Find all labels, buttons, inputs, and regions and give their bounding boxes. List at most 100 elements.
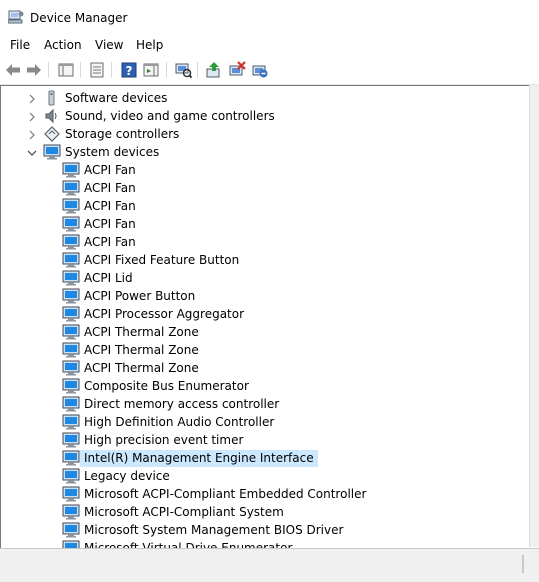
disable-device-icon[interactable] bbox=[228, 61, 246, 79]
monitor-icon bbox=[62, 324, 80, 340]
monitor-icon bbox=[62, 486, 80, 502]
window-title: Device Manager bbox=[30, 11, 128, 25]
forward-arrow-icon[interactable] bbox=[25, 61, 43, 79]
device-label: Direct memory access controller bbox=[84, 397, 280, 411]
device-row[interactable]: ACPI Fan bbox=[1, 179, 530, 197]
menu-action[interactable]: Action bbox=[44, 38, 82, 52]
device-row[interactable]: Microsoft Virtual Drive Enumerator bbox=[1, 539, 530, 548]
device-label: Microsoft System Management BIOS Driver bbox=[84, 523, 344, 537]
monitor-icon bbox=[62, 342, 80, 358]
device-row[interactable]: Intel(R) Management Engine Interface bbox=[1, 449, 530, 467]
device-label: ACPI Fan bbox=[84, 163, 136, 177]
back-arrow-icon[interactable] bbox=[4, 61, 22, 79]
monitor-icon bbox=[62, 414, 80, 430]
monitor-icon bbox=[62, 522, 80, 538]
toolbar-separator bbox=[197, 62, 198, 78]
device-row[interactable]: Direct memory access controller bbox=[1, 395, 530, 413]
device-label: Microsoft ACPI-Compliant System bbox=[84, 505, 284, 519]
show-hide-console-tree-icon[interactable] bbox=[57, 61, 75, 79]
device-row[interactable]: Microsoft ACPI-Compliant System bbox=[1, 503, 530, 521]
menu-view[interactable]: View bbox=[95, 38, 123, 52]
device-row[interactable]: ACPI Thermal Zone bbox=[1, 359, 530, 377]
scan-hardware-changes-icon[interactable] bbox=[174, 61, 192, 79]
show-action-pane-icon[interactable] bbox=[142, 61, 160, 79]
title-bar: Device Manager bbox=[0, 0, 539, 34]
device-label: ACPI Power Button bbox=[84, 289, 196, 303]
monitor-icon bbox=[62, 216, 80, 232]
device-row[interactable]: ACPI Thermal Zone bbox=[1, 341, 530, 359]
category-label: Software devices bbox=[65, 91, 168, 105]
device-row[interactable]: ACPI Fan bbox=[1, 233, 530, 251]
chevron-right-icon[interactable] bbox=[27, 111, 37, 122]
chevron-down-icon[interactable] bbox=[27, 147, 37, 157]
device-label: High Definition Audio Controller bbox=[84, 415, 275, 429]
menu-bar: File Action View Help bbox=[0, 35, 539, 55]
monitor-icon bbox=[62, 198, 80, 214]
device-row[interactable]: ACPI Power Button bbox=[1, 287, 530, 305]
monitor-icon bbox=[62, 504, 80, 520]
monitor-icon bbox=[62, 360, 80, 376]
device-label: Legacy device bbox=[84, 469, 170, 483]
device-label: ACPI Thermal Zone bbox=[84, 343, 199, 357]
device-row[interactable]: Composite Bus Enumerator bbox=[1, 377, 530, 395]
monitor-icon bbox=[62, 540, 80, 548]
device-row[interactable]: High precision event timer bbox=[1, 431, 530, 449]
device-manager-icon bbox=[7, 10, 24, 24]
device-row[interactable]: High Definition Audio Controller bbox=[1, 413, 530, 431]
toolbar-separator bbox=[48, 62, 49, 78]
device-row[interactable]: ACPI Fan bbox=[1, 197, 530, 215]
device-row[interactable]: ACPI Lid bbox=[1, 269, 530, 287]
device-row[interactable]: Legacy device bbox=[1, 467, 530, 485]
menu-help[interactable]: Help bbox=[136, 38, 163, 52]
vertical-scrollbar[interactable] bbox=[529, 85, 539, 547]
svg-text:?: ? bbox=[126, 64, 133, 78]
monitor-icon bbox=[43, 144, 61, 160]
menu-file[interactable]: File bbox=[10, 38, 30, 52]
monitor-icon bbox=[62, 252, 80, 268]
device-label: Microsoft Virtual Drive Enumerator bbox=[84, 541, 293, 548]
device-row[interactable]: Microsoft System Management BIOS Driver bbox=[1, 521, 530, 539]
monitor-icon bbox=[62, 396, 80, 412]
device-row[interactable]: ACPI Processor Aggregator bbox=[1, 305, 530, 323]
device-label: ACPI Thermal Zone bbox=[84, 325, 199, 339]
chevron-right-icon[interactable] bbox=[27, 129, 37, 140]
device-row[interactable]: ACPI Fixed Feature Button bbox=[1, 251, 530, 269]
device-row[interactable]: ACPI Fan bbox=[1, 161, 530, 179]
device-label: ACPI Fan bbox=[84, 217, 136, 231]
monitor-icon bbox=[62, 306, 80, 322]
device-row[interactable]: ACPI Thermal Zone bbox=[1, 323, 530, 341]
software-device-icon bbox=[43, 90, 61, 106]
device-label: ACPI Processor Aggregator bbox=[84, 307, 245, 321]
device-row[interactable]: ACPI Fan bbox=[1, 215, 530, 233]
device-label: ACPI Fan bbox=[84, 235, 136, 249]
device-label: Composite Bus Enumerator bbox=[84, 379, 249, 393]
monitor-icon bbox=[62, 180, 80, 196]
chevron-right-icon[interactable] bbox=[27, 93, 37, 104]
monitor-icon bbox=[62, 234, 80, 250]
category-label: Sound, video and game controllers bbox=[65, 109, 275, 123]
category-row[interactable]: Software devices bbox=[1, 89, 530, 107]
status-separator bbox=[522, 555, 524, 573]
category-row[interactable]: Storage controllers bbox=[1, 125, 530, 143]
device-label: High precision event timer bbox=[84, 433, 244, 447]
monitor-icon bbox=[62, 378, 80, 394]
category-label: System devices bbox=[65, 145, 160, 159]
help-icon[interactable]: ? bbox=[120, 61, 138, 79]
category-row[interactable]: System devices bbox=[1, 143, 530, 161]
device-label: Microsoft ACPI-Compliant Embedded Contro… bbox=[84, 487, 367, 501]
device-label: ACPI Fixed Feature Button bbox=[84, 253, 240, 267]
monitor-icon bbox=[62, 432, 80, 448]
toolbar-separator bbox=[111, 62, 112, 78]
properties-icon[interactable] bbox=[88, 61, 106, 79]
speaker-icon bbox=[43, 108, 61, 124]
status-bar bbox=[0, 548, 539, 582]
monitor-icon bbox=[62, 288, 80, 304]
device-row[interactable]: Microsoft ACPI-Compliant Embedded Contro… bbox=[1, 485, 530, 503]
update-driver-icon[interactable] bbox=[205, 61, 223, 79]
toolbar-separator bbox=[80, 62, 81, 78]
monitor-icon bbox=[62, 468, 80, 484]
category-row[interactable]: Sound, video and game controllers bbox=[1, 107, 530, 125]
uninstall-device-icon[interactable] bbox=[251, 61, 269, 79]
device-tree[interactable]: Software devices Sound, video and game co… bbox=[0, 85, 530, 548]
device-label: Intel(R) Management Engine Interface bbox=[80, 450, 318, 467]
